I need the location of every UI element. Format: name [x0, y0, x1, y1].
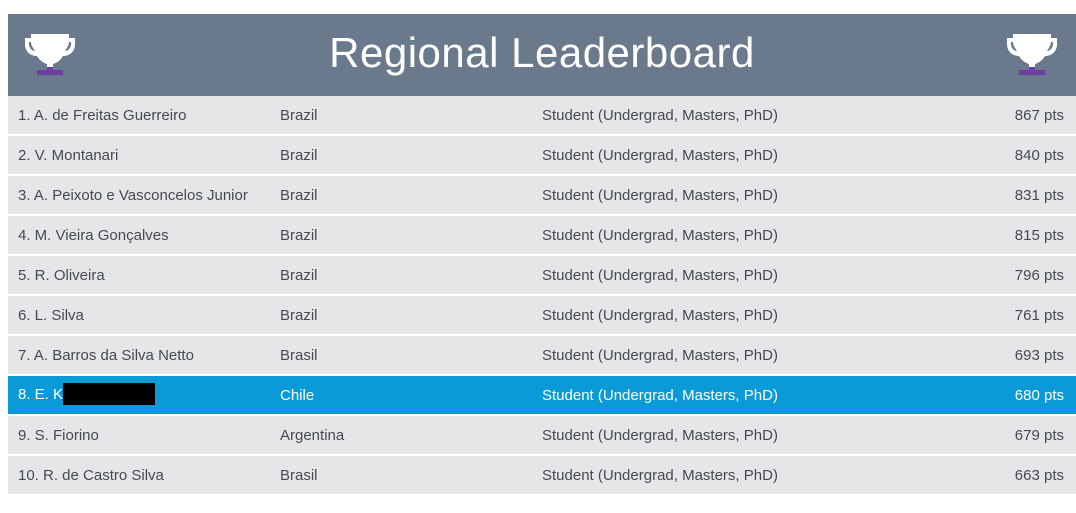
table-row: 1. A. de Freitas Guerreiro Brazil Studen… — [8, 96, 1076, 136]
leaderboard-table: 1. A. de Freitas Guerreiro Brazil Studen… — [8, 96, 1076, 496]
player-country: Chile — [280, 386, 315, 404]
player-name: 4. M. Vieira Gonçalves — [18, 226, 169, 244]
player-points: 815 pts — [1014, 226, 1064, 244]
player-country: Brazil — [280, 186, 318, 204]
player-name: 5. R. Oliveira — [18, 266, 105, 284]
player-category: Student (Undergrad, Masters, PhD) — [542, 266, 778, 284]
player-name: 2. V. Montanari — [18, 146, 119, 164]
redaction-box — [63, 383, 156, 405]
player-points: 796 pts — [1014, 266, 1064, 284]
trophy-icon — [25, 34, 75, 75]
player-country: Argentina — [280, 426, 345, 444]
player-country: Brazil — [280, 266, 318, 284]
player-name: 6. L. Silva — [18, 306, 84, 324]
player-points: 663 pts — [1014, 466, 1064, 484]
table-row: 6. L. Silva Brazil Student (Undergrad, M… — [8, 296, 1076, 336]
table-row: 7. A. Barros da Silva Netto Brasil Stude… — [8, 336, 1076, 376]
player-country: Brazil — [280, 146, 318, 164]
player-points: 679 pts — [1014, 426, 1064, 444]
leaderboard-header: Regional Leaderboard — [8, 14, 1076, 96]
player-country: Brazil — [280, 106, 318, 124]
player-name: 10. R. de Castro Silva — [18, 466, 164, 484]
table-row: 3. A. Peixoto e Vasconcelos Junior Brazi… — [8, 176, 1076, 216]
player-points: 761 pts — [1014, 306, 1064, 324]
table-row: 10. R. de Castro Silva Brasil Student (U… — [8, 456, 1076, 496]
leaderboard: Regional Leaderboard 1. A. de Freitas Gu… — [8, 14, 1076, 496]
table-row: 4. M. Vieira Gonçalves Brazil Student (U… — [8, 216, 1076, 256]
player-name: 7. A. Barros da Silva Netto — [18, 346, 194, 364]
player-category: Student (Undergrad, Masters, PhD) — [542, 466, 778, 484]
player-points: 831 pts — [1014, 186, 1064, 204]
player-category: Student (Undergrad, Masters, PhD) — [542, 386, 778, 404]
player-category: Student (Undergrad, Masters, PhD) — [542, 226, 778, 244]
player-name-text: 8. E. K — [18, 385, 64, 403]
player-name: 1. A. de Freitas Guerreiro — [18, 106, 187, 124]
player-points: 680 pts — [1014, 386, 1064, 404]
player-country: Brazil — [280, 226, 318, 244]
table-row: 5. R. Oliveira Brazil Student (Undergrad… — [8, 256, 1076, 296]
player-country: Brazil — [280, 306, 318, 324]
trophy-icon — [1007, 34, 1057, 75]
player-category: Student (Undergrad, Masters, PhD) — [542, 346, 778, 364]
player-category: Student (Undergrad, Masters, PhD) — [542, 426, 778, 444]
player-points: 840 pts — [1014, 146, 1064, 164]
player-points: 867 pts — [1014, 106, 1064, 124]
player-country: Brasil — [280, 346, 318, 364]
player-name: 9. S. Fiorino — [18, 426, 99, 444]
page-title: Regional Leaderboard — [329, 29, 755, 76]
player-category: Student (Undergrad, Masters, PhD) — [542, 146, 778, 164]
player-name: 8. E. K — [18, 383, 156, 406]
player-name: 3. A. Peixoto e Vasconcelos Junior — [18, 186, 248, 204]
player-category: Student (Undergrad, Masters, PhD) — [542, 106, 778, 124]
table-row: 2. V. Montanari Brazil Student (Undergra… — [8, 136, 1076, 176]
player-country: Brasil — [280, 466, 318, 484]
player-category: Student (Undergrad, Masters, PhD) — [542, 186, 778, 204]
player-points: 693 pts — [1014, 346, 1064, 364]
table-row-current-user: 8. E. K Chile Student (Undergrad, Master… — [8, 376, 1076, 416]
table-row: 9. S. Fiorino Argentina Student (Undergr… — [8, 416, 1076, 456]
player-category: Student (Undergrad, Masters, PhD) — [542, 306, 778, 324]
